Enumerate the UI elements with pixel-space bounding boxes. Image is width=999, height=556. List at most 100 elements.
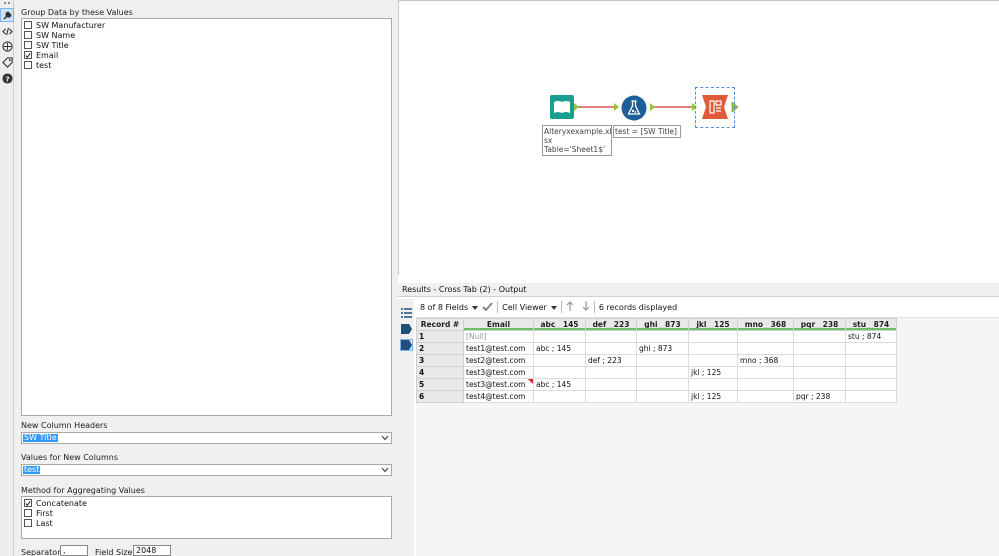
table-cell[interactable] [737, 366, 794, 379]
column-header[interactable]: Record # [416, 318, 464, 331]
group-field-row[interactable]: SW Title [22, 40, 391, 50]
group-field-row[interactable]: SW Manufacturer [22, 20, 391, 30]
table-cell[interactable] [533, 366, 586, 379]
table-row[interactable]: 1 [Null] stu ; 874 [416, 330, 897, 343]
checkbox[interactable] [24, 21, 32, 29]
table-cell[interactable]: test3@test.com [463, 378, 534, 391]
table-cell[interactable] [585, 378, 637, 391]
table-cell[interactable] [737, 378, 794, 391]
chevron-down-icon[interactable] [381, 466, 389, 474]
table-cell[interactable] [793, 366, 846, 379]
table-cell[interactable]: abc ; 145 [533, 378, 586, 391]
caret-down-icon[interactable] [550, 303, 557, 312]
record-number-cell[interactable]: 5 [416, 378, 464, 391]
table-cell[interactable] [793, 378, 846, 391]
record-number-cell[interactable]: 2 [416, 342, 464, 355]
table-cell[interactable]: test4@test.com [463, 390, 534, 403]
table-cell[interactable]: test2@test.com [463, 354, 534, 367]
table-cell[interactable] [688, 354, 738, 367]
fields-count-dropdown[interactable]: 8 of 8 Fields [420, 303, 468, 312]
table-row[interactable]: 3 test2@test.com def ; 223 mno ; 368 [416, 354, 897, 367]
arrow-up-icon[interactable] [566, 301, 574, 313]
column-header[interactable]: pqr__238 [793, 318, 846, 331]
metadata-view-icon[interactable] [400, 323, 413, 335]
table-cell[interactable] [845, 366, 897, 379]
checkbox[interactable] [24, 519, 32, 527]
table-cell[interactable] [737, 330, 794, 343]
values-new-columns-select[interactable]: test [21, 464, 392, 476]
table-cell[interactable] [688, 342, 738, 355]
table-row[interactable]: 6 test4@test.com jkl ; 125 pqr ; 238 [416, 390, 897, 403]
table-cell[interactable]: pqr ; 238 [793, 390, 846, 403]
column-header[interactable]: mno__368 [737, 318, 794, 331]
aggregation-method-list[interactable]: Concatenate First Last [21, 496, 392, 539]
table-cell[interactable] [845, 354, 897, 367]
field-size-input[interactable]: 2048 [133, 545, 171, 556]
checkbox-checked[interactable] [24, 51, 32, 59]
formula-tool-annotation[interactable]: test = [SW Title] [613, 125, 681, 138]
table-cell[interactable] [737, 390, 794, 403]
table-cell[interactable] [793, 330, 846, 343]
record-number-cell[interactable]: 6 [416, 390, 464, 403]
table-cell[interactable] [636, 390, 689, 403]
formula-tool[interactable] [621, 95, 647, 121]
table-cell[interactable]: def ; 223 [585, 354, 637, 367]
caret-down-icon[interactable] [472, 303, 479, 312]
table-cell[interactable] [636, 354, 689, 367]
cell-viewer-dropdown[interactable]: Cell Viewer [502, 303, 547, 312]
crosstab-tool[interactable] [702, 95, 728, 119]
table-cell[interactable]: mno ; 368 [737, 354, 794, 367]
input-data-tool[interactable] [550, 95, 574, 119]
table-cell[interactable] [585, 330, 637, 343]
arrow-down-icon[interactable] [582, 301, 590, 313]
new-column-headers-select[interactable]: SW Title [21, 432, 392, 444]
table-cell[interactable] [636, 378, 689, 391]
input-tool-annotation[interactable]: Alteryxexample.xl sx Table='Sheet1$' [542, 125, 612, 156]
chevron-down-icon[interactable] [381, 434, 389, 442]
separator-input[interactable]: , [60, 545, 88, 556]
table-row[interactable]: 2 test1@test.com abc ; 145 ghi ; 873 [416, 342, 897, 355]
table-cell[interactable] [533, 330, 586, 343]
method-option-row[interactable]: First [22, 508, 391, 518]
method-option-row[interactable]: Concatenate [22, 498, 391, 508]
table-cell[interactable] [533, 390, 586, 403]
data-view-icon[interactable] [400, 339, 413, 351]
table-cell[interactable]: test1@test.com [463, 342, 534, 355]
checkmark-icon[interactable] [482, 301, 493, 313]
column-header[interactable]: jkl__125 [688, 318, 738, 331]
toolstrip-grip[interactable] [4, 2, 10, 4]
table-cell[interactable] [585, 342, 637, 355]
table-row[interactable]: 4 test3@test.com jkl ; 125 [416, 366, 897, 379]
checkbox-checked[interactable] [24, 499, 32, 507]
group-fields-list[interactable]: SW Manufacturer SW Name SW Title Email test [21, 18, 392, 416]
column-header[interactable]: abc__145 [533, 318, 586, 331]
record-number-cell[interactable]: 1 [416, 330, 464, 343]
wrench-icon[interactable] [0, 8, 14, 22]
group-field-row[interactable]: Email [22, 50, 391, 60]
checkbox[interactable] [24, 509, 32, 517]
table-cell[interactable] [793, 342, 846, 355]
table-cell[interactable] [533, 354, 586, 367]
column-header[interactable]: stu__874 [845, 318, 897, 331]
checkbox[interactable] [24, 61, 32, 69]
group-field-row[interactable]: test [22, 60, 391, 70]
table-cell[interactable]: abc ; 145 [533, 342, 586, 355]
table-cell[interactable] [845, 390, 897, 403]
table-cell[interactable] [688, 330, 738, 343]
checkbox[interactable] [24, 31, 32, 39]
tag-icon[interactable] [0, 55, 14, 69]
table-cell[interactable] [793, 354, 846, 367]
method-option-row[interactable]: Last [22, 518, 391, 528]
table-cell[interactable]: ghi ; 873 [636, 342, 689, 355]
table-cell[interactable] [636, 330, 689, 343]
code-icon[interactable] [0, 24, 14, 38]
record-number-cell[interactable]: 3 [416, 354, 464, 367]
table-cell[interactable] [636, 366, 689, 379]
table-cell[interactable] [737, 342, 794, 355]
table-cell[interactable]: jkl ; 125 [688, 366, 738, 379]
workflow-canvas[interactable]: Alteryxexample.xl sx Table='Sheet1$' tes… [398, 0, 999, 275]
table-cell[interactable]: test3@test.com [463, 366, 534, 379]
group-field-row[interactable]: SW Name [22, 30, 391, 40]
table-cell[interactable] [688, 378, 738, 391]
table-cell[interactable] [585, 390, 637, 403]
